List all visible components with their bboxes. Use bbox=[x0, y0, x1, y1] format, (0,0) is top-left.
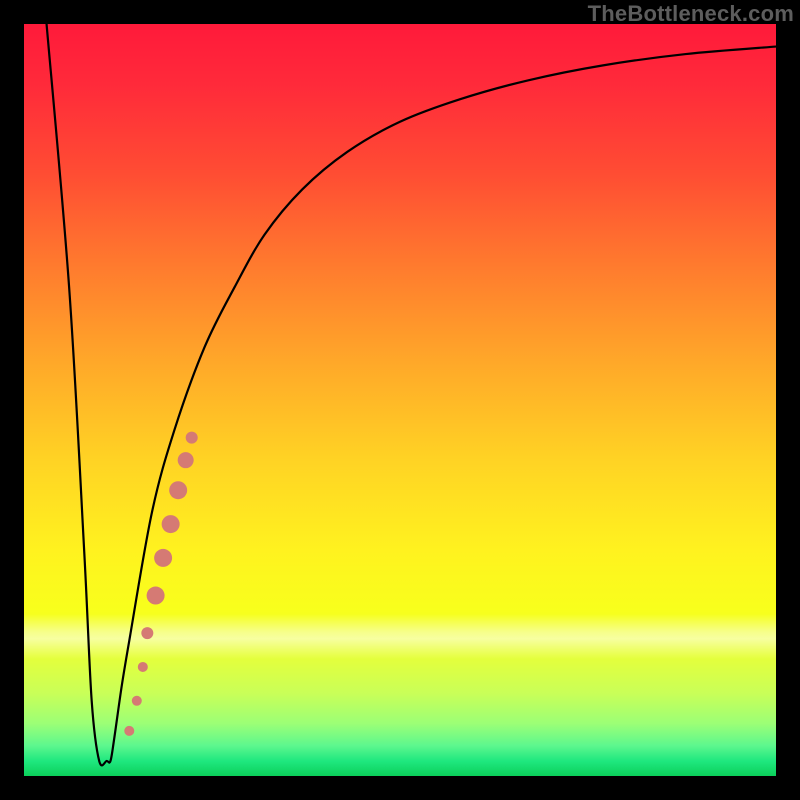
highlight-point bbox=[154, 549, 172, 567]
bottleneck-curve-path bbox=[47, 24, 776, 765]
highlight-band bbox=[24, 614, 776, 659]
highlight-point bbox=[162, 515, 180, 533]
highlight-point bbox=[169, 481, 187, 499]
highlight-point bbox=[141, 627, 153, 639]
highlight-point bbox=[138, 662, 148, 672]
plot-area bbox=[24, 24, 776, 776]
highlight-point bbox=[147, 587, 165, 605]
highlight-point bbox=[178, 452, 194, 468]
highlight-points-group bbox=[124, 432, 197, 736]
highlight-point bbox=[124, 726, 134, 736]
highlight-point bbox=[132, 696, 142, 706]
chart-frame: TheBottleneck.com bbox=[0, 0, 800, 800]
curve-layer bbox=[24, 24, 776, 776]
watermark-text: TheBottleneck.com bbox=[588, 1, 794, 27]
highlight-point bbox=[186, 432, 198, 444]
